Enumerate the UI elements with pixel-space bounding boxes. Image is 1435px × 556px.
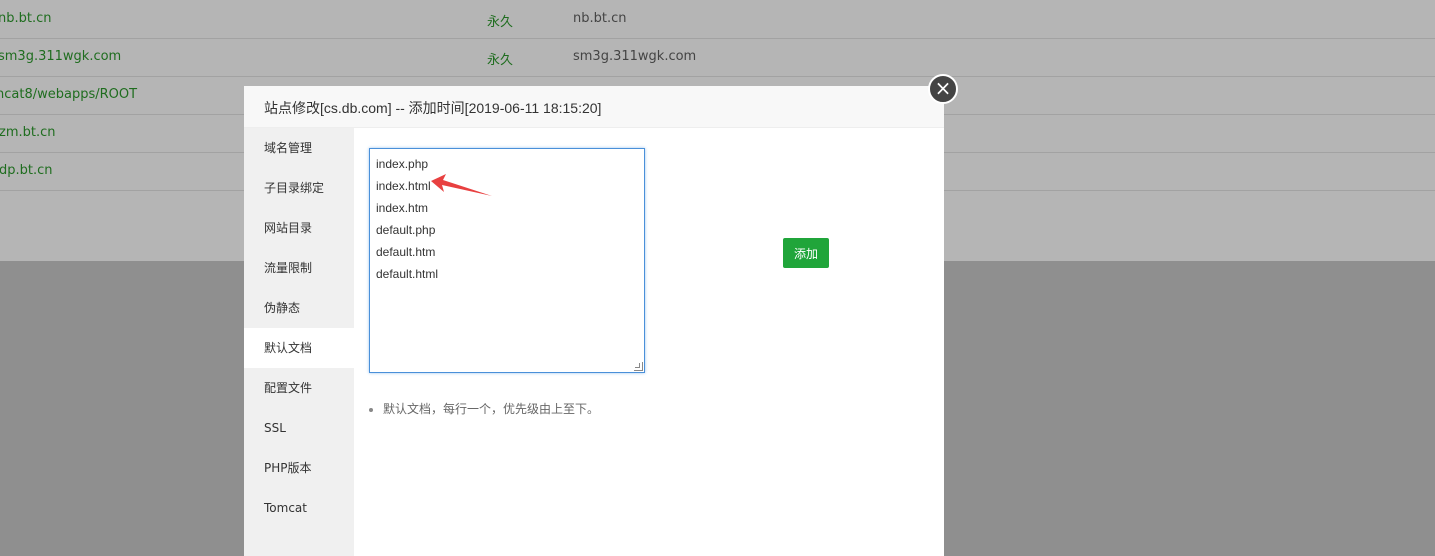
document-entry: default.html: [376, 267, 439, 281]
red-arrow-annotation-icon: [431, 174, 492, 196]
site-name-link[interactable]: nb.bt.cn: [0, 11, 52, 26]
default-document-textarea[interactable]: index.php index.html index.htm default.p…: [369, 148, 645, 373]
document-entry: default.php: [376, 223, 436, 237]
expiry-value[interactable]: 永久: [487, 11, 513, 30]
document-entry: default.htm: [376, 245, 436, 259]
site-name-link[interactable]: zm.bt.cn: [0, 125, 56, 140]
sidebar-item-tomcat[interactable]: Tomcat: [244, 488, 354, 528]
resize-handle-icon[interactable]: [634, 362, 643, 371]
sidebar-item-subdirectory-binding[interactable]: 子目录绑定: [244, 168, 354, 208]
sidebar-item-rewrite[interactable]: 伪静态: [244, 288, 354, 328]
bullet-icon: [369, 407, 373, 412]
document-entry: index.htm: [376, 201, 429, 215]
site-name-link[interactable]: dp.bt.cn: [0, 163, 53, 178]
modal-header: 站点修改[cs.db.com] -- 添加时间[2019-06-11 18:15…: [244, 86, 944, 128]
sidebar-item-default-document[interactable]: 默认文档: [244, 328, 354, 368]
remark-value: sm3g.311wgk.com: [573, 49, 697, 64]
sidebar-item-php-version[interactable]: PHP版本: [244, 448, 354, 488]
site-edit-modal: 站点修改[cs.db.com] -- 添加时间[2019-06-11 18:15…: [244, 86, 944, 556]
document-entry: index.html: [376, 179, 431, 193]
modal-sidebar: 域名管理 子目录绑定 网站目录 流量限制 伪静态 默认文档 配置文件 SSL P…: [244, 128, 354, 556]
sidebar-item-domain-management[interactable]: 域名管理: [244, 128, 354, 168]
document-entry: index.php: [376, 157, 429, 171]
table-row[interactable]: sm3g.311wgk.com 永久 sm3g.311wgk.com: [0, 38, 1435, 77]
help-tip: 默认文档，每行一个，优先级由上至下。: [369, 400, 599, 417]
remark-value: nb.bt.cn: [573, 11, 627, 26]
add-button[interactable]: 添加: [783, 238, 829, 268]
sidebar-item-ssl[interactable]: SSL: [244, 408, 354, 448]
expiry-value[interactable]: 永久: [487, 49, 513, 68]
modal-title: 站点修改[cs.db.com] -- 添加时间[2019-06-11 18:15…: [264, 100, 602, 116]
sidebar-item-config-file[interactable]: 配置文件: [244, 368, 354, 408]
site-name-link[interactable]: sm3g.311wgk.com: [0, 49, 121, 64]
sidebar-item-traffic-limit[interactable]: 流量限制: [244, 248, 354, 288]
close-icon[interactable]: ×: [928, 74, 958, 104]
sidebar-item-site-directory[interactable]: 网站目录: [244, 208, 354, 248]
site-name-link[interactable]: ncat8/webapps/ROOT: [0, 87, 137, 102]
table-row[interactable]: nb.bt.cn 永久 nb.bt.cn: [0, 0, 1435, 39]
help-tip-text: 默认文档，每行一个，优先级由上至下。: [383, 402, 600, 416]
